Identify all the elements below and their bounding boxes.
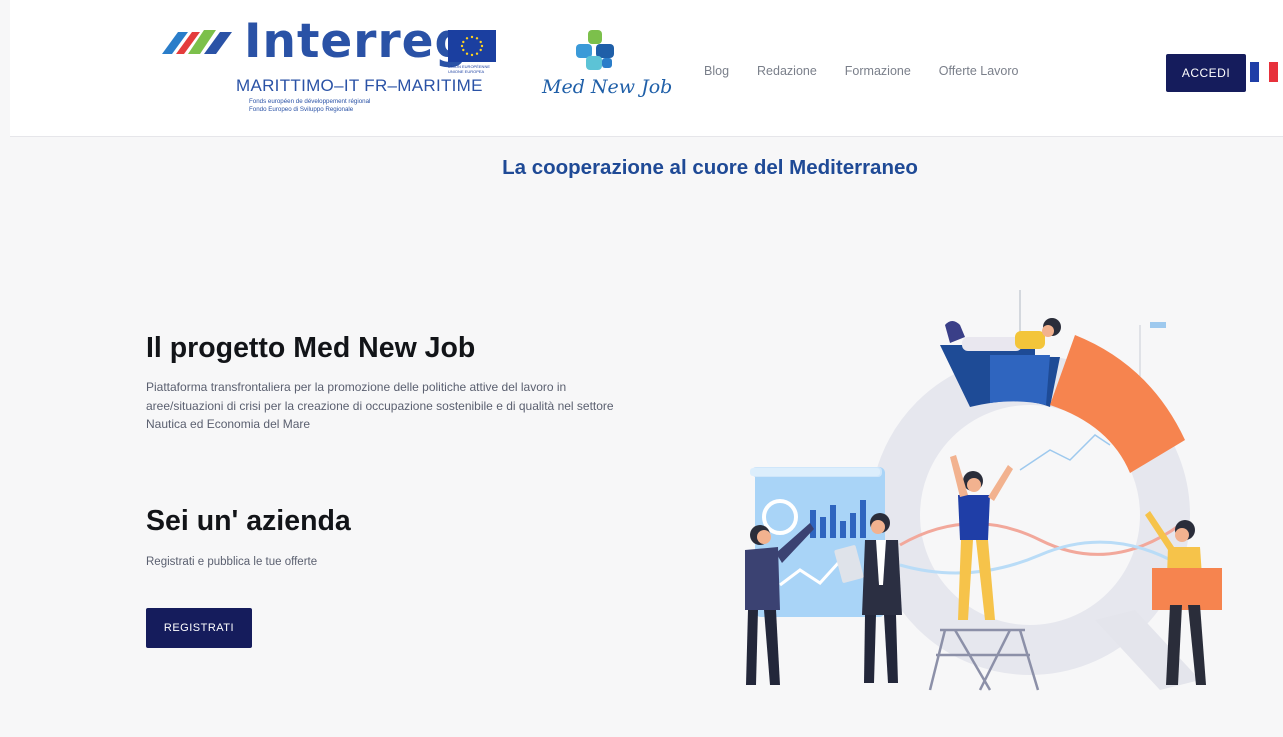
interreg-fund-text: Fonds européen de développement régional… bbox=[249, 98, 371, 113]
flag-fr-icon[interactable] bbox=[1250, 62, 1278, 82]
main-nav: Blog Redazione Formazione Offerte Lavoro bbox=[704, 64, 1046, 78]
company-title: Sei un' azienda bbox=[146, 505, 351, 537]
site-header: Interreg UNION EUROPÉENNE UNIONE EUROPEA… bbox=[10, 0, 1283, 137]
interreg-programme: MARITTIMO–IT FR–MARITIME bbox=[236, 76, 483, 95]
page: Interreg UNION EUROPÉENNE UNIONE EUROPEA… bbox=[0, 0, 1283, 737]
project-description: Piattaforma transfrontaliera per la prom… bbox=[146, 380, 614, 431]
interreg-wordmark: Interreg bbox=[244, 14, 470, 69]
nav-redazione[interactable]: Redazione bbox=[757, 64, 817, 78]
nav-formazione[interactable]: Formazione bbox=[845, 64, 911, 78]
nav-blog[interactable]: Blog bbox=[704, 64, 729, 78]
interreg-swoosh-icon bbox=[162, 30, 232, 54]
page-tagline: La cooperazione al cuore del Mediterrane… bbox=[502, 156, 918, 179]
hero-illustration bbox=[745, 290, 1222, 691]
brand-name: Med New Job bbox=[542, 76, 673, 98]
login-button[interactable]: ACCEDI bbox=[1166, 54, 1246, 92]
nav-offerte-lavoro[interactable]: Offerte Lavoro bbox=[939, 64, 1019, 78]
company-subtitle: Registrati e pubblica le tue offerte bbox=[146, 556, 318, 568]
med-new-job-logo[interactable]: Med New Job bbox=[532, 30, 672, 110]
register-button[interactable]: REGISTRATI bbox=[146, 608, 252, 648]
eu-flag-icon bbox=[448, 30, 496, 62]
interreg-logo[interactable]: Interreg UNION EUROPÉENNE UNIONE EUROPEA… bbox=[160, 14, 500, 122]
med-new-job-mark-icon bbox=[576, 30, 614, 70]
project-title: Il progetto Med New Job bbox=[146, 332, 476, 364]
eu-label: UNION EUROPÉENNE UNIONE EUROPEA bbox=[448, 64, 491, 74]
